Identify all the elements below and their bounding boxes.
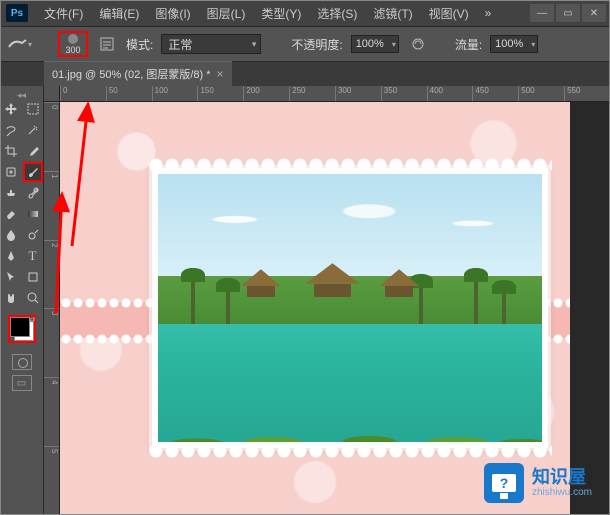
photo-content xyxy=(158,174,542,442)
brush-panel-toggle-icon[interactable] xyxy=(96,33,118,55)
menu-image[interactable]: 图像(I) xyxy=(147,1,198,26)
screen-mode-toggle[interactable]: ▭ xyxy=(12,375,32,391)
ruler-tick: 300 xyxy=(335,86,381,101)
swap-colors-icon[interactable]: ⇄ xyxy=(29,315,36,324)
ruler-tick: 0 xyxy=(60,86,106,101)
crop-tool[interactable] xyxy=(1,141,21,161)
magic-wand-tool[interactable] xyxy=(23,120,43,140)
menu-select[interactable]: 选择(S) xyxy=(309,1,365,26)
lace-decor xyxy=(148,444,552,458)
blend-mode-value: 正常 xyxy=(168,36,192,53)
ruler-tick: 100 xyxy=(152,86,198,101)
pressure-opacity-icon[interactable] xyxy=(407,33,429,55)
history-brush-tool[interactable] xyxy=(23,183,43,203)
document-tab-title: 01.jpg @ 50% (02, 图层蒙版/8) * xyxy=(52,66,211,82)
maximize-button[interactable]: ▭ xyxy=(556,4,580,22)
lasso-tool[interactable] xyxy=(1,120,21,140)
document-tab-bar: 01.jpg @ 50% (02, 图层蒙版/8) * × xyxy=(0,62,610,86)
ruler-tick: 0 xyxy=(44,102,59,171)
ruler-horizontal[interactable]: 0 50 100 150 200 250 300 350 400 450 500… xyxy=(60,86,610,102)
opacity-value: 100% xyxy=(356,38,384,50)
ruler-tick: 550 xyxy=(564,86,610,101)
app-logo: Ps xyxy=(6,4,28,22)
toolbox: ◂◂ T xyxy=(0,86,44,515)
ruler-tick: 400 xyxy=(427,86,473,101)
ruler-tick: 200 xyxy=(243,86,289,101)
lace-decor xyxy=(148,158,552,172)
zoom-tool[interactable] xyxy=(23,288,43,308)
watermark-url: zhishiwu.com xyxy=(532,487,592,498)
menu-bar: Ps 文件(F) 编辑(E) 图像(I) 图层(L) 类型(Y) 选择(S) 滤… xyxy=(0,0,610,26)
type-tool[interactable]: T xyxy=(23,246,43,266)
foreground-color-swatch[interactable] xyxy=(10,317,30,337)
ruler-tick: 350 xyxy=(381,86,427,101)
document-tab[interactable]: 01.jpg @ 50% (02, 图层蒙版/8) * × xyxy=(44,61,232,86)
shape-tool[interactable] xyxy=(23,267,43,287)
window-controls: — ▭ ✕ xyxy=(530,4,606,22)
mode-label: 模式: xyxy=(126,36,153,53)
ruler-tick: 1 xyxy=(44,171,59,240)
color-swatches[interactable]: ⇄ xyxy=(8,315,36,343)
eyedropper-tool[interactable] xyxy=(23,141,43,161)
gradient-tool[interactable] xyxy=(23,204,43,224)
flow-label: 流量: xyxy=(455,36,482,53)
blend-mode-dropdown[interactable]: 正常 xyxy=(161,34,261,54)
menu-view[interactable]: 视图(V) xyxy=(421,1,477,26)
menu-layer[interactable]: 图层(L) xyxy=(199,1,254,26)
path-select-tool[interactable] xyxy=(1,267,21,287)
brush-tool[interactable] xyxy=(23,162,43,182)
ruler-tick: 450 xyxy=(472,86,518,101)
flow-input[interactable]: 100% xyxy=(490,35,538,53)
menu-more-icon[interactable]: » xyxy=(477,2,500,24)
brush-size-preset[interactable]: 300 xyxy=(58,31,88,57)
tab-close-icon[interactable]: × xyxy=(217,67,224,81)
blur-tool[interactable] xyxy=(1,225,21,245)
watermark: ? 知识屋 zhishiwu.com xyxy=(484,463,592,503)
ruler-tick: 500 xyxy=(518,86,564,101)
ruler-tick: 5 xyxy=(44,446,59,515)
watermark-title: 知识屋 xyxy=(532,468,592,488)
opacity-input[interactable]: 100% xyxy=(351,35,399,53)
ruler-vertical[interactable]: 0 1 2 3 4 5 xyxy=(44,102,60,515)
document-canvas[interactable] xyxy=(60,102,570,515)
ruler-tick: 4 xyxy=(44,377,59,446)
eraser-tool[interactable] xyxy=(1,204,21,224)
brush-size-value: 300 xyxy=(65,45,80,55)
hand-tool[interactable] xyxy=(1,288,21,308)
canvas-area: 0 50 100 150 200 250 300 350 400 450 500… xyxy=(44,86,610,515)
current-tool-icon[interactable]: ▾ xyxy=(6,33,34,55)
opacity-label: 不透明度: xyxy=(291,36,342,53)
ruler-origin[interactable] xyxy=(44,86,60,102)
menu-file[interactable]: 文件(F) xyxy=(36,1,91,26)
quick-mask-toggle[interactable] xyxy=(12,354,32,370)
menu-type[interactable]: 类型(Y) xyxy=(253,1,309,26)
watermark-icon: ? xyxy=(484,463,524,503)
dodge-tool[interactable] xyxy=(23,225,43,245)
pen-tool[interactable] xyxy=(1,246,21,266)
menu-edit[interactable]: 编辑(E) xyxy=(91,1,147,26)
marquee-tool[interactable] xyxy=(23,99,43,119)
toolbox-collapse-icon[interactable]: ◂◂ xyxy=(0,90,43,98)
menu-filter[interactable]: 滤镜(T) xyxy=(365,1,420,26)
ruler-tick: 250 xyxy=(289,86,335,101)
ruler-tick: 3 xyxy=(44,308,59,377)
ruler-tick: 2 xyxy=(44,240,59,309)
close-button[interactable]: ✕ xyxy=(582,4,606,22)
options-bar: ▾ 300 模式: 正常 不透明度: 100% 流量: 100% xyxy=(0,26,610,62)
flow-value: 100% xyxy=(495,38,523,50)
minimize-button[interactable]: — xyxy=(530,4,554,22)
clone-stamp-tool[interactable] xyxy=(1,183,21,203)
photo-frame xyxy=(152,168,548,448)
move-tool[interactable] xyxy=(1,99,21,119)
ruler-tick: 50 xyxy=(106,86,152,101)
healing-brush-tool[interactable] xyxy=(1,162,21,182)
ruler-tick: 150 xyxy=(197,86,243,101)
